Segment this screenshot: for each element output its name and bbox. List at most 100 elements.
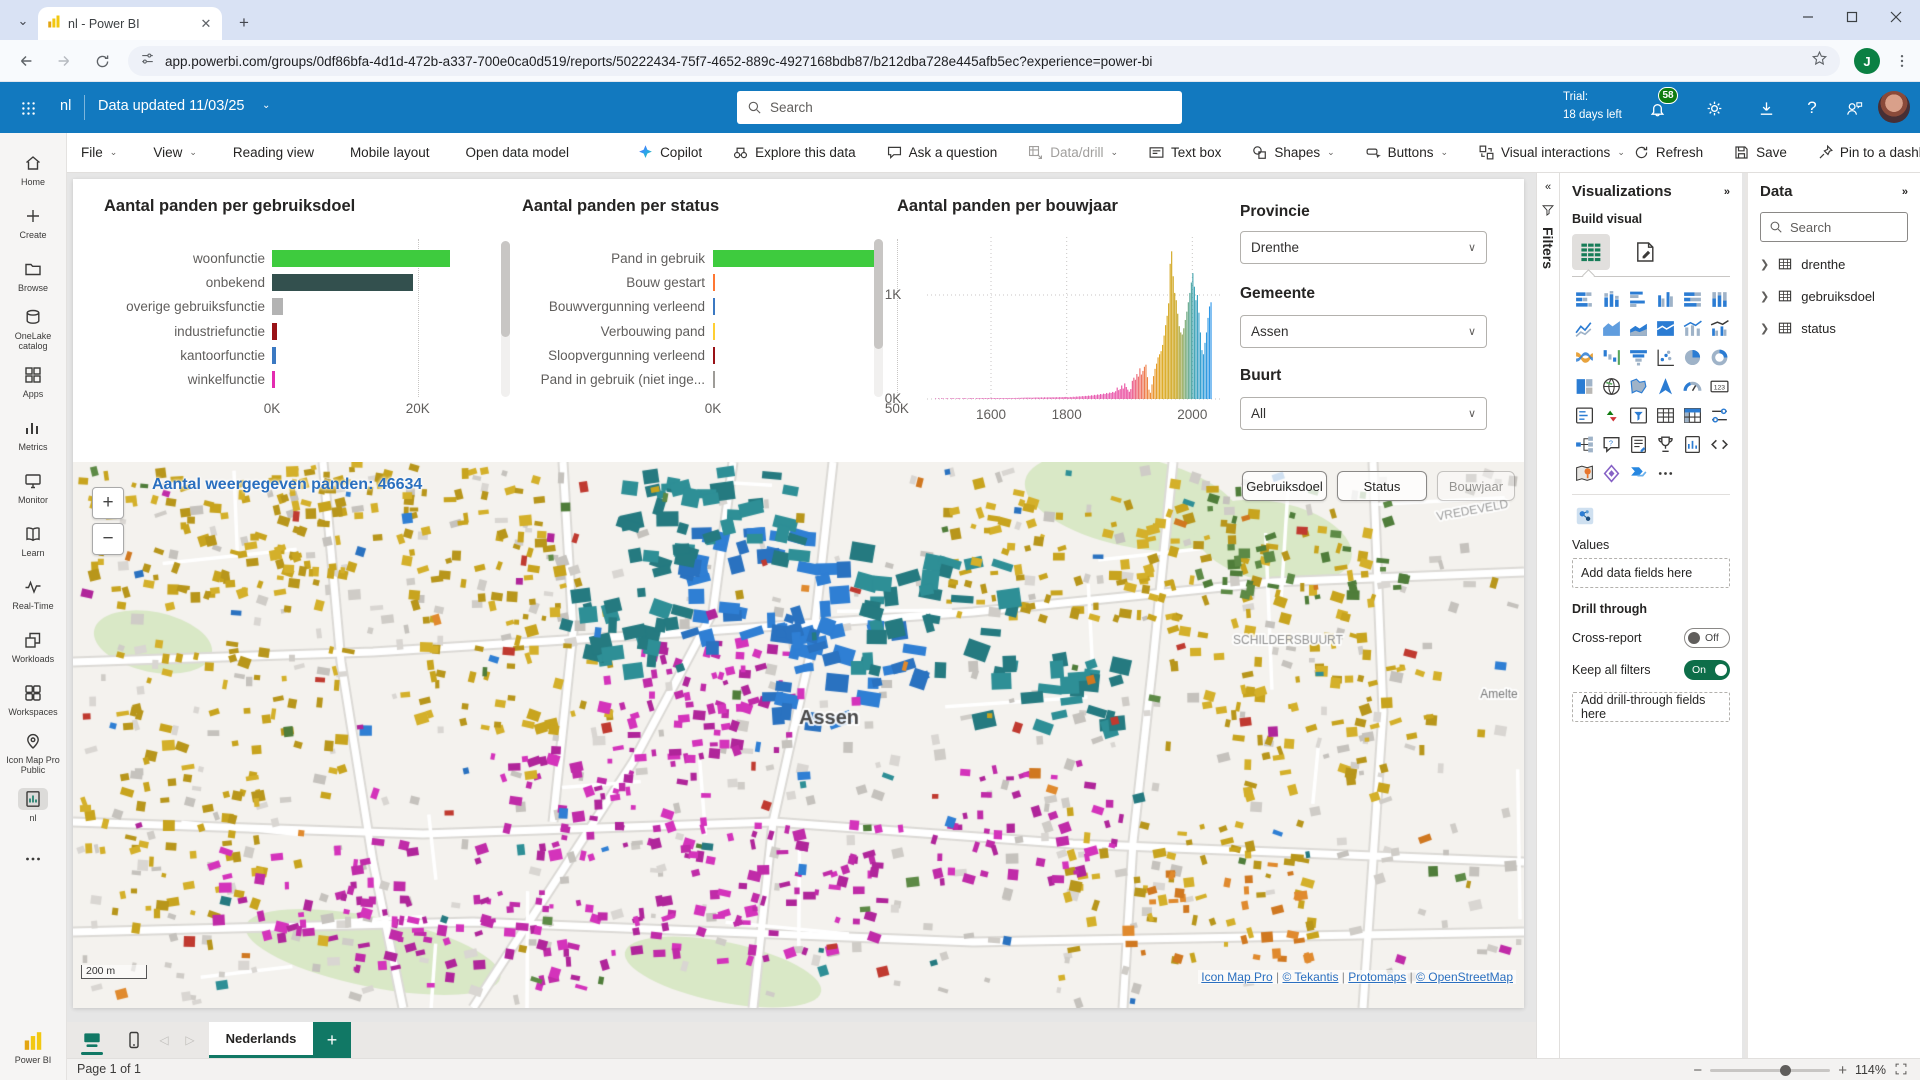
icon-map-pro-custom-icon[interactable] xyxy=(1572,503,1597,528)
clustered-bar-chart-icon[interactable] xyxy=(1626,287,1651,312)
window-close-button[interactable] xyxy=(1874,0,1918,34)
100-stacked-bar-chart-icon[interactable] xyxy=(1680,287,1705,312)
sidebar-item-apps[interactable]: Apps xyxy=(1,355,65,408)
data-table-status[interactable]: ❯status xyxy=(1760,320,1908,336)
fit-to-page-icon[interactable] xyxy=(1894,1062,1908,1079)
window-minimize-button[interactable] xyxy=(1786,0,1830,34)
global-search-input[interactable]: Search xyxy=(737,91,1182,124)
scatter-chart-icon[interactable] xyxy=(1653,345,1678,370)
feedback-icon[interactable] xyxy=(1840,94,1868,122)
q-and-a-icon[interactable]: ? xyxy=(1599,432,1624,457)
waffle-menu-icon[interactable] xyxy=(14,94,42,122)
expand-chevron-icon[interactable]: ❯ xyxy=(1760,258,1769,271)
more-visuals-icon[interactable] xyxy=(1653,461,1678,486)
collapse-visualizations-icon[interactable]: » xyxy=(1724,186,1730,198)
pie-chart-icon[interactable] xyxy=(1680,345,1705,370)
treemap-icon[interactable] xyxy=(1572,374,1597,399)
decomposition-tree-icon[interactable] xyxy=(1572,432,1597,457)
map-layer-button-status[interactable]: Status xyxy=(1337,471,1427,501)
script-visual-icon[interactable] xyxy=(1707,432,1732,457)
stacked-column-chart-icon[interactable] xyxy=(1599,287,1624,312)
forward-icon[interactable] xyxy=(52,49,76,73)
ribbon-chart-icon[interactable] xyxy=(1572,345,1597,370)
keep-all-filters-toggle[interactable]: On xyxy=(1684,660,1730,680)
sidebar-item-workloads[interactable]: Workloads xyxy=(1,620,65,673)
clustered-column-chart-icon[interactable] xyxy=(1653,287,1678,312)
zoom-in-icon[interactable]: + xyxy=(1838,1062,1847,1079)
slicer-dropdown-provincie[interactable]: Drenthe∨ xyxy=(1240,231,1487,264)
bar-winkelfunctie[interactable] xyxy=(272,371,275,388)
100-stacked-area-chart-icon[interactable] xyxy=(1653,316,1678,341)
sidebar-item-nl-report[interactable]: nl xyxy=(1,779,65,832)
kpi-icon[interactable] xyxy=(1599,403,1624,428)
format-visual-mode-button[interactable] xyxy=(1626,234,1664,270)
data-table-drenthe[interactable]: ❯drenthe xyxy=(1760,256,1908,272)
sidebar-item-monitor[interactable]: Monitor xyxy=(1,461,65,514)
add-drill-through-fields-well[interactable]: Add drill-through fields here xyxy=(1572,692,1730,722)
filters-pane-label[interactable]: Filters xyxy=(1540,227,1556,269)
funnel-chart-icon[interactable] xyxy=(1626,345,1651,370)
area-chart-icon[interactable] xyxy=(1599,316,1624,341)
filled-map-icon[interactable] xyxy=(1626,374,1651,399)
download-icon[interactable] xyxy=(1752,94,1780,122)
tab-search-icon[interactable]: ⌄ xyxy=(12,10,34,32)
sidebar-item-create[interactable]: Create xyxy=(1,196,65,249)
expand-chevron-icon[interactable]: ❯ xyxy=(1760,290,1769,303)
map-layer-button-gebruiksdoel[interactable]: Gebruiksdoel xyxy=(1242,471,1327,501)
next-page-icon[interactable]: ▷ xyxy=(177,1022,203,1058)
browser-menu-icon[interactable] xyxy=(1890,49,1914,73)
ribbon-view-button[interactable]: View⌄ xyxy=(149,145,201,160)
bar-sloopvergunning-verleend[interactable] xyxy=(713,347,715,364)
bouwjaar-histogram[interactable] xyxy=(905,179,1225,419)
line-clustered-column-chart-icon[interactable] xyxy=(1707,316,1732,341)
sidebar-item-workspaces[interactable]: Workspaces xyxy=(1,673,65,726)
expand-filters-icon[interactable]: « xyxy=(1545,181,1551,193)
site-settings-icon[interactable] xyxy=(140,51,155,71)
ribbon-reading-view-button[interactable]: Reading view xyxy=(229,145,318,160)
multi-row-card-icon[interactable] xyxy=(1572,403,1597,428)
stacked-bar-chart-icon[interactable] xyxy=(1572,287,1597,312)
data-updated-chevron-icon[interactable]: ⌄ xyxy=(262,100,270,111)
zoom-slider[interactable] xyxy=(1710,1069,1830,1072)
ribbon-shapes-button[interactable]: Shapes⌄ xyxy=(1247,144,1338,161)
reload-icon[interactable] xyxy=(90,49,114,73)
ribbon-visual-interactions-button[interactable]: Visual interactions⌄ xyxy=(1474,144,1629,161)
data-search-input[interactable]: Search xyxy=(1760,212,1908,242)
map-zoom-in-button[interactable]: + xyxy=(92,487,124,519)
bar-kantoorfunctie[interactable] xyxy=(272,347,276,364)
ribbon-ask-a-question-button[interactable]: Ask a question xyxy=(882,144,1002,161)
ribbon-explore-this-data-button[interactable]: Explore this data xyxy=(728,144,860,161)
sidebar-item-learn[interactable]: Learn xyxy=(1,514,65,567)
matrix-icon[interactable] xyxy=(1680,403,1705,428)
ribbon-data-drill-button[interactable]: Data/drill⌄ xyxy=(1023,144,1122,161)
waterfall-chart-icon[interactable] xyxy=(1599,345,1624,370)
ribbon-refresh-button[interactable]: Refresh xyxy=(1629,144,1707,161)
bar-woonfunctie[interactable] xyxy=(272,250,450,267)
bar-pand-in-gebruik-niet-inge-[interactable] xyxy=(713,371,715,388)
ribbon-text-box-button[interactable]: Text box xyxy=(1144,144,1225,161)
donut-chart-icon[interactable] xyxy=(1707,345,1732,370)
azure-map-icon[interactable] xyxy=(1653,374,1678,399)
ribbon-pin-to-a-dashboard-button[interactable]: Pin to a dashboard xyxy=(1813,144,1920,161)
sidebar-item-onelake-catalog[interactable]: OneLake catalog xyxy=(1,302,65,355)
bar-industriefunctie[interactable] xyxy=(272,323,277,340)
100-stacked-column-chart-icon[interactable] xyxy=(1707,287,1732,312)
data-table-gebruiksdoel[interactable]: ❯gebruiksdoel xyxy=(1760,288,1908,304)
zoom-out-icon[interactable]: − xyxy=(1693,1062,1702,1079)
back-icon[interactable] xyxy=(14,49,38,73)
collapse-data-pane-icon[interactable]: » xyxy=(1902,186,1908,198)
expand-chevron-icon[interactable]: ❯ xyxy=(1760,322,1769,335)
ribbon-open-data-model-button[interactable]: Open data model xyxy=(461,145,573,160)
sidebar-item-power-bi[interactable]: Power BI xyxy=(1,1021,65,1074)
ribbon-file-button[interactable]: File⌄ xyxy=(77,145,121,160)
address-bar[interactable]: app.powerbi.com/groups/0df86bfa-4d1d-472… xyxy=(128,46,1840,76)
bar-bouwvergunning-verleend[interactable] xyxy=(713,298,715,315)
window-maximize-button[interactable] xyxy=(1830,0,1874,34)
previous-page-icon[interactable]: ◁ xyxy=(151,1022,177,1058)
slicer-dropdown-buurt[interactable]: All∨ xyxy=(1240,397,1487,430)
web-layout-icon[interactable] xyxy=(75,1022,109,1058)
bar-verbouwing-pand[interactable] xyxy=(713,323,715,340)
add-data-fields-well[interactable]: Add data fields here xyxy=(1572,558,1730,588)
workspace-label[interactable]: nl xyxy=(60,98,71,114)
browser-profile-avatar[interactable]: J xyxy=(1854,48,1880,74)
